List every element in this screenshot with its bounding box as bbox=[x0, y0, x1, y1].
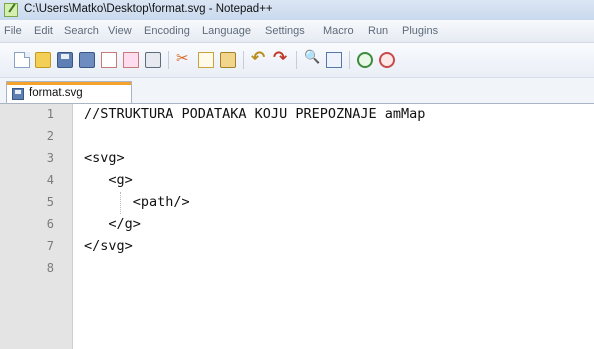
menu-settings[interactable]: Settings bbox=[265, 25, 305, 37]
code-line: 3 <svg> bbox=[0, 148, 594, 170]
editor[interactable]: 1 //STRUKTURA PODATAKA KOJU PREPOZNAJE a… bbox=[0, 104, 594, 349]
menu-language[interactable]: Language bbox=[202, 25, 251, 37]
line-number: 4 bbox=[46, 173, 54, 187]
code-text: </svg> bbox=[84, 238, 133, 254]
toolbar-separator bbox=[168, 51, 169, 69]
line-number: 8 bbox=[46, 261, 54, 275]
code-line: 5 <path/> bbox=[0, 192, 594, 214]
toolbar-separator bbox=[243, 51, 244, 69]
menu-macro[interactable]: Macro bbox=[323, 25, 354, 37]
close-all-icon[interactable] bbox=[123, 52, 139, 68]
code-line: 4 <g> bbox=[0, 170, 594, 192]
zoom-out-icon[interactable] bbox=[379, 52, 395, 68]
new-file-icon[interactable] bbox=[14, 52, 30, 68]
close-icon[interactable] bbox=[101, 52, 117, 68]
line-number: 3 bbox=[46, 151, 54, 165]
menu-bar: File Edit Search View Encoding Language … bbox=[0, 20, 594, 43]
toolbar-separator bbox=[349, 51, 350, 69]
print-icon[interactable] bbox=[145, 52, 161, 68]
cut-icon[interactable] bbox=[176, 49, 192, 68]
line-number: 5 bbox=[46, 195, 54, 209]
toolbar bbox=[0, 43, 594, 78]
code-text: <svg> bbox=[84, 150, 125, 166]
menu-file[interactable]: File bbox=[4, 25, 22, 37]
redo-icon[interactable] bbox=[273, 48, 289, 68]
menu-edit[interactable]: Edit bbox=[34, 25, 53, 37]
line-number: 1 bbox=[46, 107, 54, 121]
code-line: 7 </svg> bbox=[0, 236, 594, 258]
paste-icon[interactable] bbox=[220, 52, 236, 68]
menu-search[interactable]: Search bbox=[64, 25, 99, 37]
open-file-icon[interactable] bbox=[35, 52, 51, 68]
save-icon[interactable] bbox=[57, 52, 73, 68]
window-title: C:\Users\Matko\Desktop\format.svg - Note… bbox=[24, 3, 273, 15]
undo-icon[interactable] bbox=[251, 48, 267, 68]
code-line: 2 bbox=[0, 126, 594, 148]
menu-view[interactable]: View bbox=[108, 25, 132, 37]
code-line: 8 bbox=[0, 258, 594, 280]
line-number: 6 bbox=[46, 217, 54, 231]
menu-run[interactable]: Run bbox=[368, 25, 388, 37]
save-all-icon[interactable] bbox=[79, 52, 95, 68]
code-text: //STRUKTURA PODATAKA KOJU PREPOZNAJE amM… bbox=[84, 106, 426, 122]
copy-icon[interactable] bbox=[198, 52, 214, 68]
tab-bar: format.svg bbox=[0, 78, 594, 104]
replace-icon[interactable] bbox=[326, 52, 342, 68]
menu-encoding[interactable]: Encoding bbox=[144, 25, 190, 37]
line-number: 7 bbox=[46, 239, 54, 253]
notepad-plus-plus-icon bbox=[4, 3, 18, 17]
saved-file-icon bbox=[12, 88, 24, 100]
zoom-in-icon[interactable] bbox=[357, 52, 373, 68]
code-text: </g> bbox=[84, 216, 141, 232]
toolbar-separator bbox=[296, 51, 297, 69]
code-line: 1 //STRUKTURA PODATAKA KOJU PREPOZNAJE a… bbox=[0, 104, 594, 126]
line-number: 2 bbox=[46, 129, 54, 143]
menu-plugins[interactable]: Plugins bbox=[402, 25, 438, 37]
code-text: <path/> bbox=[84, 194, 190, 210]
code-text: <g> bbox=[84, 172, 133, 188]
find-icon[interactable] bbox=[304, 50, 320, 68]
code-line: 6 </g> bbox=[0, 214, 594, 236]
tab-format-svg[interactable]: format.svg bbox=[6, 81, 132, 103]
tab-label: format.svg bbox=[29, 87, 83, 99]
title-bar: C:\Users\Matko\Desktop\format.svg - Note… bbox=[0, 0, 594, 20]
